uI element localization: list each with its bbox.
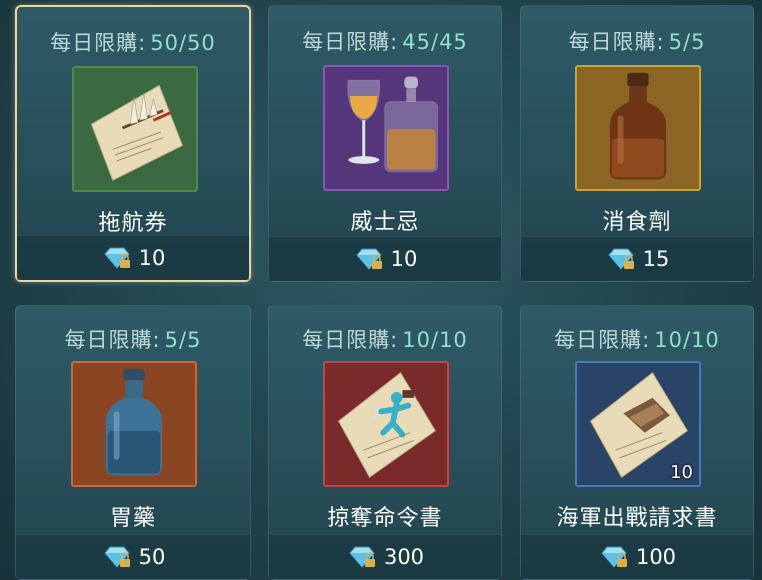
shop-item-card[interactable]: 每日限購: 50/50 拖航券 10 <box>15 5 251 282</box>
daily-limit: 每日限購: 5/5 <box>521 26 753 56</box>
item-name: 消食劑 <box>602 210 672 235</box>
item-price: 300 <box>383 545 425 569</box>
amber-bottle-icon <box>575 65 701 191</box>
locked-diamond-icon <box>101 545 133 569</box>
locked-diamond-icon <box>598 545 630 569</box>
price-bar[interactable]: 300 <box>269 534 501 579</box>
daily-limit: 每日限購: 45/45 <box>269 26 501 56</box>
price-bar[interactable]: 100 <box>521 534 753 579</box>
blue-bottle-icon <box>71 361 197 487</box>
daily-limit-count: 5/5 <box>164 328 202 352</box>
shop-item-card[interactable]: 每日限購: 5/5 消食劑 15 <box>520 5 754 282</box>
item-quantity: 10 <box>670 462 693 483</box>
shop-item-card[interactable]: 每日限購: 5/5 胃藥 50 <box>15 305 251 580</box>
locked-diamond-icon <box>353 247 385 271</box>
item-name: 掠奪命令書 <box>327 506 443 531</box>
item-price: 10 <box>390 247 418 271</box>
item-name: 海軍出戰請求書 <box>556 506 718 531</box>
daily-limit: 每日限購: 5/5 <box>16 324 250 354</box>
navy-request-icon: 10 <box>575 361 701 487</box>
price-bar[interactable]: 10 <box>17 235 249 280</box>
daily-limit: 每日限購: 10/10 <box>269 324 501 354</box>
daily-limit-label: 每日限購: <box>568 30 665 54</box>
locked-diamond-icon <box>346 545 378 569</box>
item-price: 10 <box>138 246 166 270</box>
daily-limit-count: 10/10 <box>654 328 720 352</box>
locked-diamond-icon <box>605 247 637 271</box>
shop-item-card[interactable]: 每日限購: 45/45 威士忌 10 <box>268 5 502 282</box>
price-bar[interactable]: 50 <box>16 534 250 579</box>
shop-item-card[interactable]: 每日限購: 10/10 掠奪命令書 300 <box>268 305 502 580</box>
daily-limit: 每日限購: 10/10 <box>521 324 753 354</box>
daily-limit-label: 每日限購: <box>302 328 399 352</box>
daily-limit: 每日限購: 50/50 <box>17 27 249 57</box>
locked-diamond-icon <box>101 246 133 270</box>
item-price: 50 <box>138 545 166 569</box>
item-name: 威士忌 <box>350 210 420 235</box>
item-price: 100 <box>635 545 677 569</box>
plunder-order-icon <box>323 361 449 487</box>
price-bar[interactable]: 10 <box>269 236 501 281</box>
item-name: 拖航券 <box>98 211 168 236</box>
sailing-ticket-icon <box>72 66 198 192</box>
daily-limit-count: 5/5 <box>668 30 706 54</box>
daily-limit-count: 10/10 <box>402 328 468 352</box>
daily-limit-label: 每日限購: <box>554 328 651 352</box>
price-bar[interactable]: 15 <box>521 236 753 281</box>
daily-limit-label: 每日限購: <box>64 328 161 352</box>
whisky-icon <box>323 65 449 191</box>
daily-limit-label: 每日限購: <box>302 30 399 54</box>
daily-limit-label: 每日限購: <box>50 31 147 55</box>
daily-limit-count: 50/50 <box>150 31 216 55</box>
item-name: 胃藥 <box>109 506 156 531</box>
daily-limit-count: 45/45 <box>402 30 468 54</box>
item-price: 15 <box>642 247 670 271</box>
shop-item-card[interactable]: 每日限購: 10/10 10 海軍出戰請求書 100 <box>520 305 754 580</box>
